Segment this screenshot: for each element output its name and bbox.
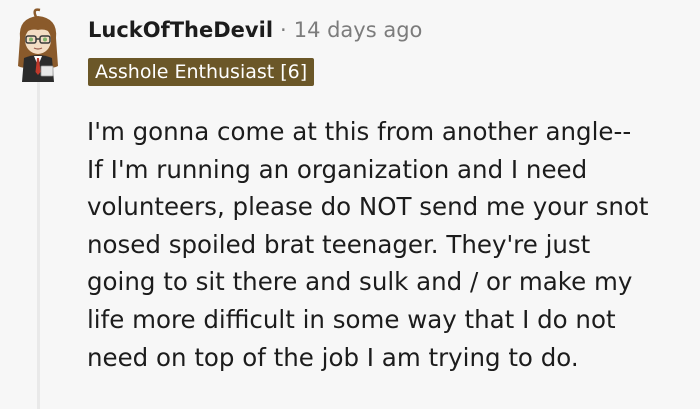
- thread-line[interactable]: [37, 80, 40, 409]
- comment-body: I'm gonna come at this from another angl…: [87, 113, 687, 376]
- avatar[interactable]: [12, 8, 64, 84]
- comment-line: need on top of the job I am trying to do…: [87, 342, 579, 372]
- comment-line: life more difficult in some way that I d…: [87, 304, 616, 334]
- user-avatar-icon: [18, 8, 58, 82]
- comment-line: going to sit there and sulk and / or mak…: [87, 267, 633, 297]
- comment-line: If I'm running an organization and I nee…: [87, 154, 588, 184]
- comment-header: LuckOfTheDevil · 14 days ago: [88, 18, 422, 42]
- comment-author[interactable]: LuckOfTheDevil: [88, 18, 273, 42]
- comment-timestamp[interactable]: 14 days ago: [294, 18, 423, 42]
- comment-line: nosed spoiled brat teenager. They're jus…: [87, 229, 591, 259]
- comment-line: volunteers, please do NOT send me your s…: [87, 192, 649, 222]
- user-flair: Asshole Enthusiast [6]: [88, 58, 315, 86]
- meta-separator: ·: [280, 18, 287, 42]
- comment-line: I'm gonna come at this from another angl…: [87, 117, 632, 146]
